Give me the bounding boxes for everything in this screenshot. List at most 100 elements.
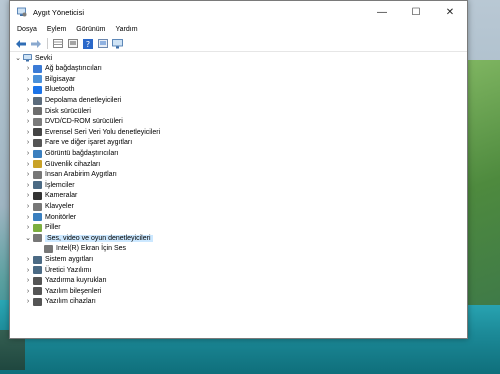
tree-item[interactable]: › Evrensel Seri Veri Yolu denetleyicileri [24,127,160,138]
tree-item[interactable]: › DVD/CD-ROM sürücüleri [24,117,123,128]
minimize-button[interactable]: — [365,1,399,23]
tree-item-label: Sistem aygıtları [45,256,94,264]
device-tree: ⌄ Sevki › Ağ bağdaştırıcıları › Bilgisayar ›… [10,53,467,338]
tree-item[interactable]: › Piller [24,223,61,234]
chevron-down-icon[interactable]: ⌄ [14,54,22,62]
help-icon[interactable]: ? [81,38,94,50]
display-adapter-icon [33,149,42,158]
tree-root[interactable]: ⌄ Sevki [14,53,52,64]
tree-item-label: İşlemciler [45,181,75,189]
speaker-icon [44,244,53,253]
chevron-right-icon[interactable]: › [24,277,32,284]
chevron-right-icon[interactable]: › [24,298,32,305]
tree-item-label: DVD/CD-ROM sürücüleri [45,118,123,126]
chevron-right-icon[interactable]: › [24,214,32,221]
tree-item-label: Evrensel Seri Veri Yolu denetleyicileri [45,128,161,136]
computer-icon [23,54,32,62]
tree-item-label: Fare ve diğer işaret aygıtları [45,139,133,147]
tree-item[interactable]: › Monitörler [24,212,76,223]
tree-child-item[interactable]: Intel(R) Ekran İçin Ses [43,244,126,255]
tree-item[interactable]: › İşlemciler [24,180,75,191]
chevron-right-icon[interactable]: › [24,161,32,168]
maximize-button[interactable]: ☐ [399,1,433,23]
tree-item[interactable]: › Yazılım bileşenleri [24,286,101,297]
close-button[interactable]: ✕ [433,1,467,23]
security-device-icon [33,160,42,169]
chevron-right-icon[interactable]: › [24,267,32,274]
tree-item-label: Kameralar [45,192,78,200]
tree-item[interactable]: › Bilgisayar [24,74,75,85]
chevron-right-icon[interactable]: › [24,76,32,83]
tree-item[interactable]: › Fare ve diğer işaret aygıtları [24,138,132,149]
properties-icon[interactable] [66,38,79,50]
chevron-right-icon[interactable]: › [24,256,32,263]
tree-item-label: Bilgisayar [45,75,76,83]
window-title: Aygıt Yöneticisi [33,7,85,17]
chevron-right-icon[interactable]: › [24,171,32,178]
tree-item[interactable]: › Ağ bağdaştırıcıları [24,64,102,75]
tree-item[interactable]: › Depolama denetleyicileri [24,95,121,106]
tree-item[interactable]: › Klavyeler [24,201,74,212]
camera-icon [33,191,42,200]
tree-item[interactable]: › Üretici Yazılımı [24,265,91,276]
tree-item[interactable]: › Güvenlik cihazları [24,159,100,170]
chevron-right-icon[interactable]: › [24,182,32,189]
tree-child-label: Intel(R) Ekran İçin Ses [56,245,127,253]
network-adapter-icon [33,64,42,73]
tree-item-label: İnsan Arabirim Aygıtları [45,171,117,179]
tree-item[interactable]: › Yazdırma kuyrukları [24,276,107,287]
tree-item-label: Yazılım bileşenleri [45,287,102,295]
tree-item[interactable]: › Sistem aygıtları [24,254,93,265]
storage-controller-icon [33,96,42,105]
chevron-right-icon[interactable]: › [24,224,32,231]
usb-icon [33,128,42,137]
tree-item-label: Görüntü bağdaştırıcıları [45,150,119,158]
grid-icon[interactable] [51,38,64,50]
toolbar: ? [10,36,467,52]
tree-item[interactable]: › İnsan Arabirim Aygıtları [24,170,117,181]
dvd-drive-icon [33,117,42,126]
back-icon[interactable] [14,38,27,50]
processor-icon [33,181,42,190]
disk-drive-icon [33,107,42,116]
view-icon[interactable] [96,38,109,50]
bluetooth-icon [33,85,42,94]
chevron-down-icon[interactable]: ⌄ [24,234,32,242]
menu-eylem[interactable]: Eylem [42,26,71,33]
tree-item-label: Monitörler [45,213,77,221]
hid-icon [33,170,42,179]
chevron-right-icon[interactable]: › [24,65,32,72]
menu-dosya[interactable]: Dosya [12,26,42,33]
chevron-right-icon[interactable]: › [24,129,32,136]
tree-item-label: Güvenlik cihazları [45,160,101,168]
tree-item[interactable]: › Bluetooth [24,85,75,96]
audio-icon [33,234,42,243]
chevron-right-icon[interactable]: › [24,192,32,199]
chevron-right-icon[interactable]: › [24,97,32,104]
software-component-icon [33,287,42,296]
chevron-right-icon[interactable]: › [24,118,32,125]
tree-item-label: Ses, video ve oyun denetleyicileri [45,234,153,242]
chevron-right-icon[interactable]: › [24,86,32,93]
title-bar[interactable]: Aygıt Yöneticisi — ☐ ✕ [10,1,467,23]
tree-item-label: Klavyeler [45,203,74,211]
chevron-right-icon[interactable]: › [24,108,32,115]
menu-yardim[interactable]: Yardım [110,26,142,33]
keyboard-icon [33,202,42,211]
tree-item[interactable]: ⌄ Ses, video ve oyun denetleyicileri [24,233,153,244]
chevron-right-icon[interactable]: › [24,203,32,210]
device-manager-icon [17,7,27,17]
monitor-icon[interactable] [111,38,124,50]
tree-item-label: Depolama denetleyicileri [45,97,122,105]
tree-item[interactable]: › Görüntü bağdaştırıcıları [24,148,119,159]
menu-bar: Dosya Eylem Görünüm Yardım [10,23,467,36]
chevron-right-icon[interactable]: › [24,288,32,295]
tree-item[interactable]: › Yazılım cihazları [24,297,96,308]
chevron-right-icon[interactable]: › [24,139,32,146]
tree-item[interactable]: › Kameralar [24,191,77,202]
chevron-right-icon[interactable]: › [24,150,32,157]
tree-item[interactable]: › Disk sürücüleri [24,106,91,117]
desktop-hill [468,60,500,305]
menu-gorunum[interactable]: Görünüm [71,26,110,33]
forward-icon[interactable] [29,38,42,50]
